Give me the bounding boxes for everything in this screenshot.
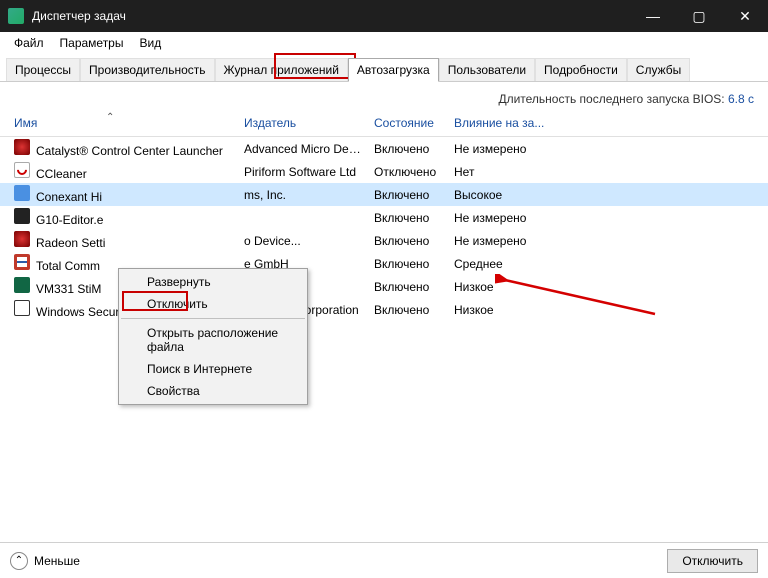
row-name: VM331 StiM — [36, 282, 101, 296]
row-icon — [14, 162, 30, 178]
tab-app-history[interactable]: Журнал приложений — [215, 58, 348, 82]
row-icon — [14, 185, 30, 201]
table-row[interactable]: CCleaner Piriform Software LtdОтключеноНе… — [0, 160, 768, 183]
table-row[interactable]: Catalyst® Control Center Launcher Advance… — [0, 137, 768, 160]
table-row[interactable]: Total Comme GmbHВключеноСреднее — [0, 252, 768, 275]
row-icon — [14, 208, 30, 224]
fewer-label: Меньше — [34, 554, 80, 568]
row-icon — [14, 231, 30, 247]
row-publisher: ms, Inc. — [244, 188, 374, 202]
row-state: Включено — [374, 211, 454, 225]
titlebar: Диспетчер задач ― ▢ ✕ — [0, 0, 768, 32]
row-state: Включено — [374, 234, 454, 248]
row-name: Catalyst® Control Center Launcher — [36, 144, 223, 158]
row-impact: Среднее — [454, 257, 574, 271]
cm-separator — [121, 318, 305, 319]
row-name: Total Comm — [36, 259, 100, 273]
row-state: Отключено — [374, 165, 454, 179]
row-impact: Низкое — [454, 303, 574, 317]
tab-performance[interactable]: Производительность — [80, 58, 214, 82]
row-icon — [14, 300, 30, 316]
bios-label: Длительность последнего запуска BIOS: — [498, 92, 724, 106]
fewer-details-button[interactable]: ⌃ Меньше — [10, 552, 80, 570]
table-row[interactable]: Radeon Setti o Device...ВключеноНе измере… — [0, 229, 768, 252]
table-row[interactable]: G10-Editor.e ВключеноНе измерено — [0, 206, 768, 229]
rows-container: Catalyst® Control Center Launcher Advance… — [0, 137, 768, 321]
row-icon — [14, 254, 30, 270]
window-title: Диспетчер задач — [32, 9, 630, 23]
row-publisher: Advanced Micro Device... — [244, 142, 374, 156]
col-header-name[interactable]: Имя ⌃ — [14, 116, 244, 130]
row-impact: Не измерено — [454, 142, 574, 156]
col-header-impact[interactable]: Влияние на за... — [454, 116, 574, 130]
menu-file[interactable]: Файл — [6, 34, 52, 52]
tabs-container: Процессы Производительность Журнал прило… — [0, 54, 768, 82]
row-state: Включено — [374, 142, 454, 156]
row-publisher: o Device... — [244, 234, 374, 248]
bios-duration: Длительность последнего запуска BIOS: 6.… — [0, 88, 768, 112]
tab-users[interactable]: Пользователи — [439, 58, 535, 82]
tab-startup[interactable]: Автозагрузка — [348, 58, 439, 82]
col-header-publisher[interactable]: Издатель — [244, 116, 374, 130]
row-icon — [14, 277, 30, 293]
sort-caret-icon: ⌃ — [106, 112, 114, 123]
tabs: Процессы Производительность Журнал прило… — [6, 58, 762, 82]
disable-button[interactable]: Отключить — [667, 549, 758, 573]
menubar: Файл Параметры Вид — [0, 32, 768, 54]
col-header-state[interactable]: Состояние — [374, 116, 454, 130]
bios-value: 6.8 с — [728, 92, 754, 106]
content-area: Длительность последнего запуска BIOS: 6.… — [0, 81, 768, 573]
app-icon — [8, 8, 24, 24]
row-icon — [14, 139, 30, 155]
cm-properties[interactable]: Свойства — [119, 380, 307, 402]
row-impact: Не измерено — [454, 211, 574, 225]
menu-options[interactable]: Параметры — [52, 34, 132, 52]
cm-search-web[interactable]: Поиск в Интернете — [119, 358, 307, 380]
row-name: Conexant Hi — [36, 190, 102, 204]
chevron-up-icon: ⌃ — [10, 552, 28, 570]
cm-open-location[interactable]: Открыть расположение файла — [119, 322, 307, 358]
menu-view[interactable]: Вид — [131, 34, 169, 52]
row-impact: Не измерено — [454, 234, 574, 248]
row-impact: Низкое — [454, 280, 574, 294]
table-row[interactable]: VM331 StiM ВключеноНизкое — [0, 275, 768, 298]
cm-disable[interactable]: Отключить — [119, 293, 307, 315]
footer: ⌃ Меньше Отключить — [0, 542, 768, 578]
row-impact: Нет — [454, 165, 574, 179]
row-state: Включено — [374, 303, 454, 317]
close-button[interactable]: ✕ — [722, 0, 768, 32]
row-impact: Высокое — [454, 188, 574, 202]
table-row[interactable]: Conexant Hi ms, Inc.ВключеноВысокое — [0, 183, 768, 206]
row-name: Radeon Setti — [36, 236, 105, 250]
col-header-name-label: Имя — [14, 116, 37, 130]
cm-expand[interactable]: Развернуть — [119, 271, 307, 293]
grid-header: Имя ⌃ Издатель Состояние Влияние на за..… — [0, 112, 768, 137]
row-state: Включено — [374, 257, 454, 271]
tab-services[interactable]: Службы — [627, 58, 690, 82]
row-publisher: Piriform Software Ltd — [244, 165, 374, 179]
row-name: G10-Editor.e — [36, 213, 103, 227]
minimize-button[interactable]: ― — [630, 0, 676, 32]
row-state: Включено — [374, 188, 454, 202]
maximize-button[interactable]: ▢ — [676, 0, 722, 32]
context-menu: Развернуть Отключить Открыть расположени… — [118, 268, 308, 405]
tab-processes[interactable]: Процессы — [6, 58, 80, 82]
table-row[interactable]: Windows Security notification iconMicros… — [0, 298, 768, 321]
tab-details[interactable]: Подробности — [535, 58, 627, 82]
row-state: Включено — [374, 280, 454, 294]
window-controls: ― ▢ ✕ — [630, 0, 768, 32]
row-name: CCleaner — [36, 167, 87, 181]
